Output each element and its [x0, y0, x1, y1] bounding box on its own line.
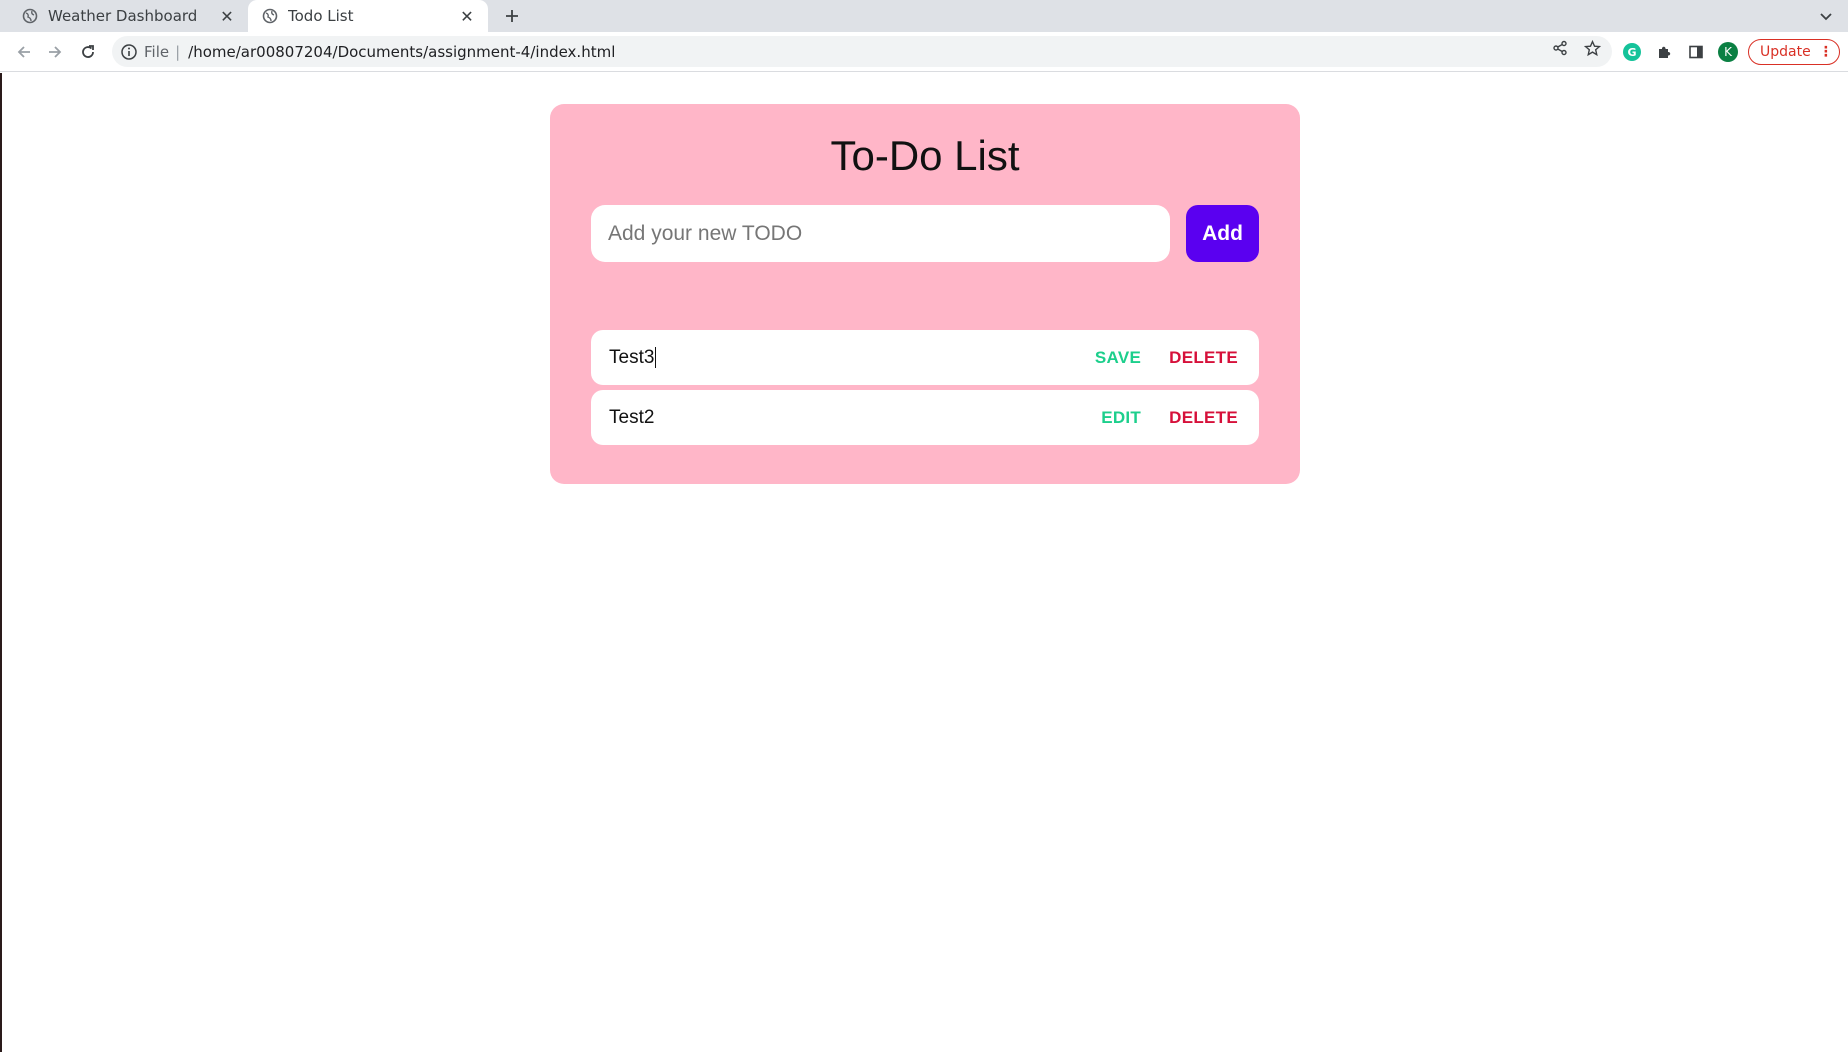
- tab-title: Todo List: [288, 7, 354, 25]
- grammarly-icon: G: [1623, 43, 1641, 61]
- grammarly-extension[interactable]: G: [1620, 40, 1644, 64]
- url-text[interactable]: /home/ar00807204/Documents/assignment-4/…: [188, 43, 615, 61]
- tab-strip: Weather Dashboard ✕ Todo List ✕: [0, 0, 1848, 32]
- side-panel-button[interactable]: [1684, 40, 1708, 64]
- reload-icon: [82, 45, 94, 58]
- new-todo-input[interactable]: Add your new TODO: [591, 205, 1170, 262]
- page-title: To-Do List: [830, 132, 1020, 179]
- todo-text: Test2: [609, 406, 655, 428]
- edit-button[interactable]: EDIT: [1101, 408, 1141, 428]
- url-separator: |: [175, 42, 181, 61]
- reload-button[interactable]: [76, 40, 100, 64]
- url-scheme: File: [144, 42, 170, 61]
- page-viewport: To-Do List Add your new TODO Add Test3 S…: [0, 73, 1848, 1052]
- todo-edit-field[interactable]: Test3: [609, 347, 1095, 369]
- chevron-down-icon: [1820, 13, 1832, 21]
- address-bar[interactable]: File | /home/ar00807204/Documents/assign…: [112, 36, 1612, 67]
- avatar: K: [1718, 42, 1738, 62]
- side-panel-icon: [1689, 45, 1703, 59]
- bookmark-button[interactable]: [1580, 36, 1604, 60]
- todo-item-editing[interactable]: Test3 SAVE DELETE: [591, 330, 1259, 385]
- save-button[interactable]: SAVE: [1095, 348, 1141, 368]
- browser-toolbar: File | /home/ar00807204/Documents/assign…: [0, 32, 1848, 72]
- forward-button[interactable]: [43, 40, 67, 64]
- add-button[interactable]: Add: [1186, 205, 1259, 262]
- window-edge: [0, 73, 2, 1052]
- update-button[interactable]: Update ⋮: [1748, 39, 1840, 65]
- delete-button[interactable]: DELETE: [1169, 348, 1238, 368]
- profile-button[interactable]: K: [1716, 40, 1740, 64]
- back-button[interactable]: [12, 40, 36, 64]
- share-button[interactable]: [1548, 36, 1572, 60]
- todo-card: To-Do List Add your new TODO Add Test3 S…: [550, 104, 1300, 484]
- puzzle-icon: [1659, 46, 1671, 58]
- todo-item[interactable]: Test2 EDIT DELETE: [591, 390, 1259, 445]
- tab-search-button[interactable]: [1814, 4, 1838, 28]
- input-placeholder: Add your new TODO: [608, 221, 803, 245]
- close-icon[interactable]: ✕: [216, 5, 238, 27]
- info-icon[interactable]: [120, 43, 138, 61]
- new-tab-button[interactable]: [500, 4, 524, 28]
- more-vertical-icon: ⋮: [1818, 44, 1833, 60]
- text-caret: [655, 346, 657, 368]
- share-icon: [1553, 40, 1567, 56]
- arrow-right-icon: [49, 46, 62, 58]
- todo-text: Test3: [609, 346, 655, 368]
- close-icon[interactable]: ✕: [456, 5, 478, 27]
- update-label: Update: [1760, 44, 1811, 60]
- tab-weather-dashboard[interactable]: Weather Dashboard ✕: [0, 0, 248, 32]
- globe-icon: [22, 8, 38, 24]
- tab-title: Weather Dashboard: [48, 7, 198, 25]
- extensions-button[interactable]: [1652, 40, 1676, 64]
- tab-todo-list[interactable]: Todo List ✕: [248, 0, 488, 32]
- globe-icon: [262, 8, 278, 24]
- delete-button[interactable]: DELETE: [1169, 408, 1238, 428]
- browser-window: Weather Dashboard ✕ Todo List ✕ File | /…: [0, 0, 1848, 1052]
- arrow-left-icon: [17, 46, 30, 58]
- star-icon: [1583, 39, 1601, 56]
- plus-icon: [506, 10, 518, 22]
